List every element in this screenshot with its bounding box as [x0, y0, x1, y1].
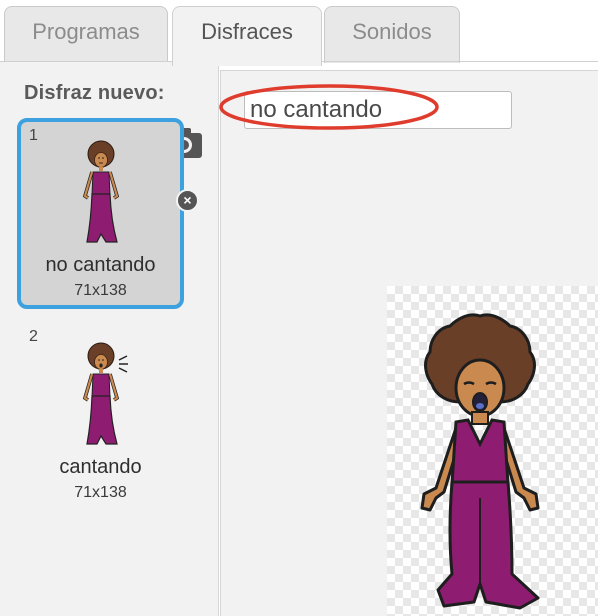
new-costume-heading: Disfraz nuevo: — [24, 82, 165, 104]
tab-sonidos[interactable]: Sonidos — [324, 6, 460, 63]
singing-thumbnail — [82, 342, 128, 445]
costume-name: no cantando — [45, 254, 156, 276]
highlight-ellipse — [219, 84, 439, 130]
delete-costume-icon[interactable]: × — [176, 189, 199, 212]
costume-name: cantando — [59, 456, 142, 478]
costume-number: 2 — [29, 328, 38, 345]
singer-thumbnail — [82, 140, 119, 243]
costume-size: 71x138 — [74, 282, 127, 299]
tab-bar: Programas Disfraces Sonidos — [0, 0, 598, 66]
singer-costume-drawing — [420, 313, 540, 610]
tab-disfraces[interactable]: Disfraces — [172, 6, 322, 66]
costume-item-cantando[interactable]: 2 cantando 71x138 — [17, 320, 184, 511]
costume-number: 1 — [29, 127, 38, 144]
costume-item-no-cantando[interactable]: 1 no cantando 71x138 — [17, 118, 184, 309]
tab-programas[interactable]: Programas — [4, 6, 168, 63]
costume-size: 71x138 — [74, 484, 127, 501]
